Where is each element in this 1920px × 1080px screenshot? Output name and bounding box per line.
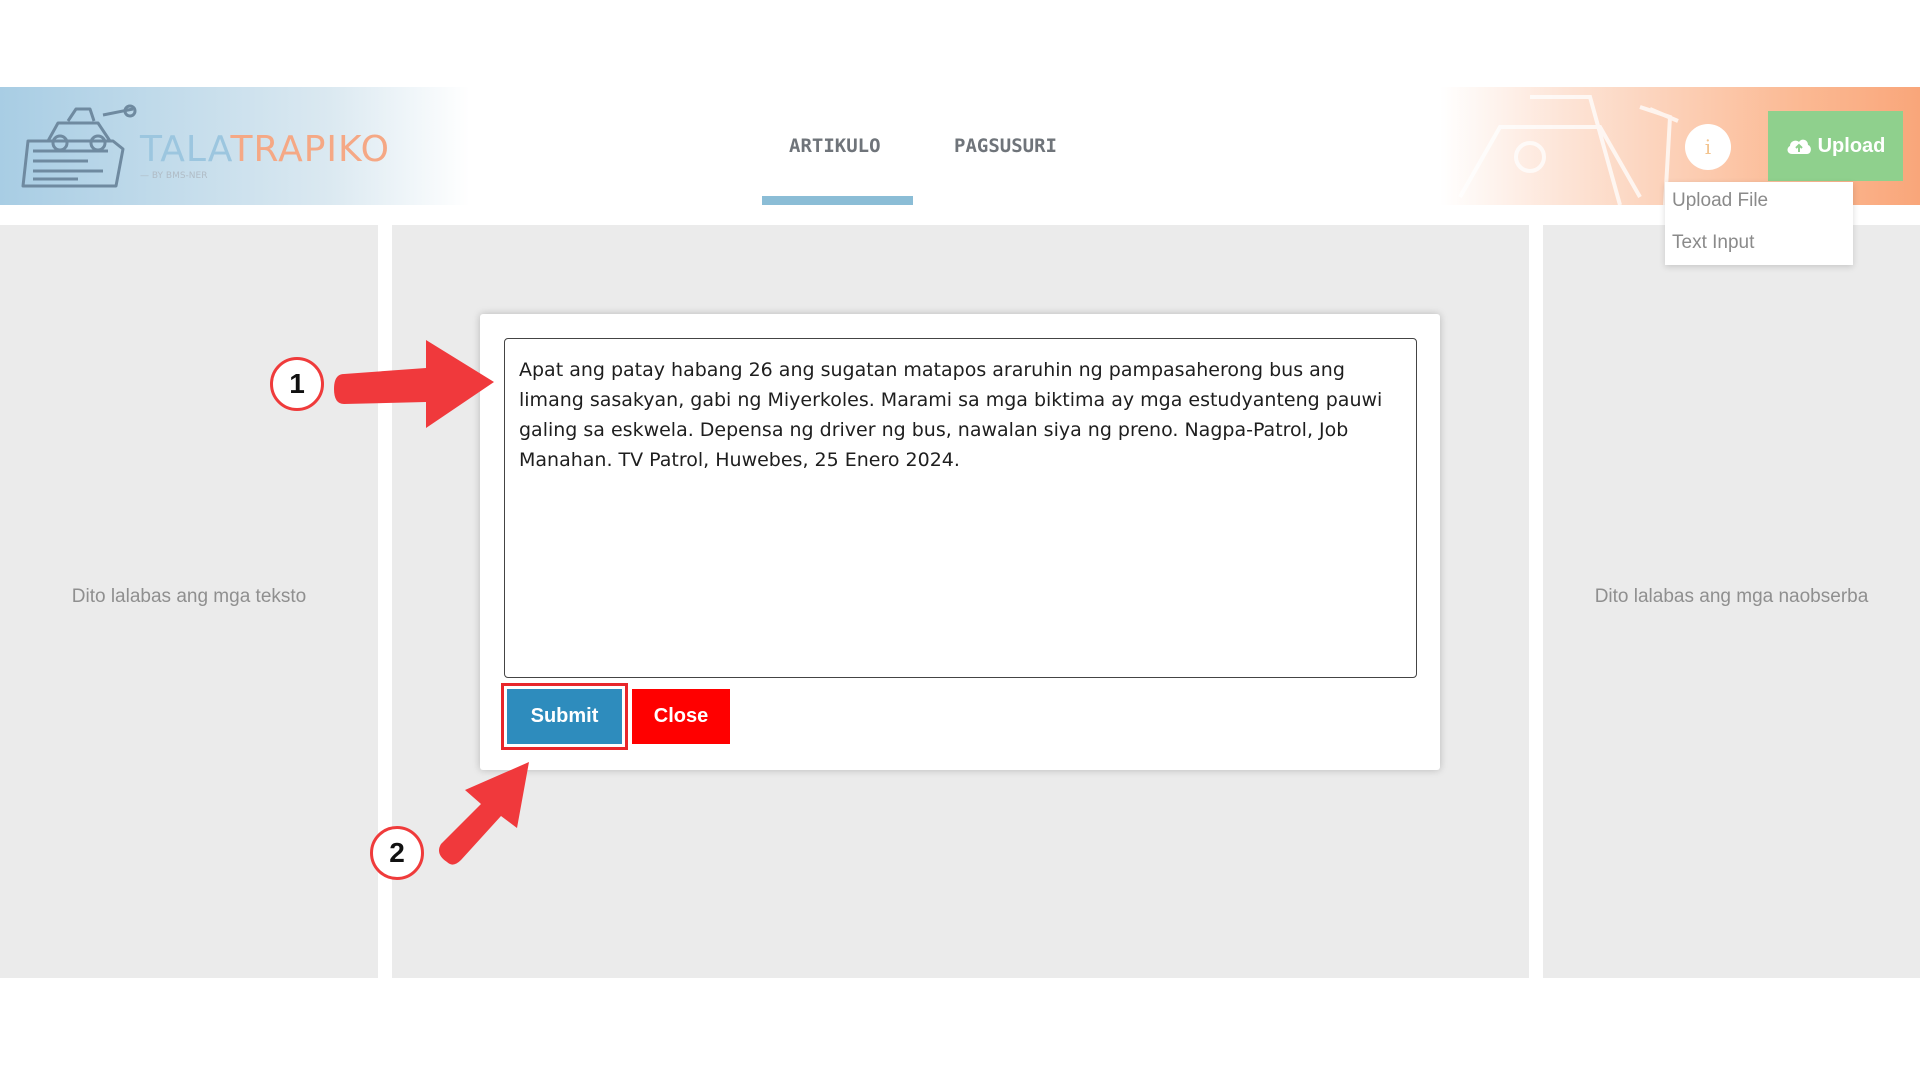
- tab-artikulo[interactable]: ARTIKULO: [789, 135, 881, 157]
- logo-text-trapiko: TRAPIKO: [230, 129, 391, 170]
- upload-button[interactable]: Upload: [1768, 111, 1903, 181]
- step-1-badge: 1: [270, 357, 324, 411]
- menu-item-upload-file[interactable]: Upload File: [1672, 190, 1768, 212]
- header: TALATRAPIKO — BY BMS-NER ARTIKULO PAGSUS…: [0, 87, 1920, 205]
- submit-button[interactable]: Submit: [507, 689, 622, 744]
- step-1-arrow-icon: [334, 340, 494, 428]
- menu-item-text-input[interactable]: Text Input: [1672, 232, 1754, 254]
- logo-subtitle: — BY BMS-NER: [140, 171, 208, 181]
- right-panel: Dito lalabas ang mga naobserba: [1543, 225, 1920, 978]
- app: TALATRAPIKO — BY BMS-NER ARTIKULO PAGSUS…: [0, 87, 1920, 978]
- left-panel-placeholder: Dito lalabas ang mga teksto: [71, 586, 307, 607]
- logo-text-tala: TALA: [140, 129, 231, 170]
- close-button[interactable]: Close: [632, 689, 730, 744]
- upload-button-label: Upload: [1817, 134, 1886, 157]
- upload-dropdown-menu: Upload File Text Input: [1665, 182, 1853, 265]
- text-input-modal: Apat ang patay habang 26 ang sugatan mat…: [480, 314, 1440, 770]
- info-button[interactable]: i: [1685, 124, 1731, 170]
- active-tab-indicator: [762, 196, 913, 205]
- tab-pagsusuri[interactable]: PAGSUSURI: [954, 135, 1057, 157]
- step-2-arrow-icon: [439, 762, 529, 865]
- header-decoration: [1458, 95, 1679, 205]
- logo-text: TALATRAPIKO: [140, 129, 390, 170]
- step-2-badge: 2: [370, 826, 424, 880]
- article-textarea[interactable]: Apat ang patay habang 26 ang sugatan mat…: [504, 338, 1417, 678]
- logo-icon: [21, 104, 137, 188]
- left-panel: Dito lalabas ang mga teksto: [0, 225, 378, 978]
- right-panel-placeholder: Dito lalabas ang mga naobserba: [1594, 586, 1869, 607]
- cloud-upload-icon: [1787, 139, 1811, 154]
